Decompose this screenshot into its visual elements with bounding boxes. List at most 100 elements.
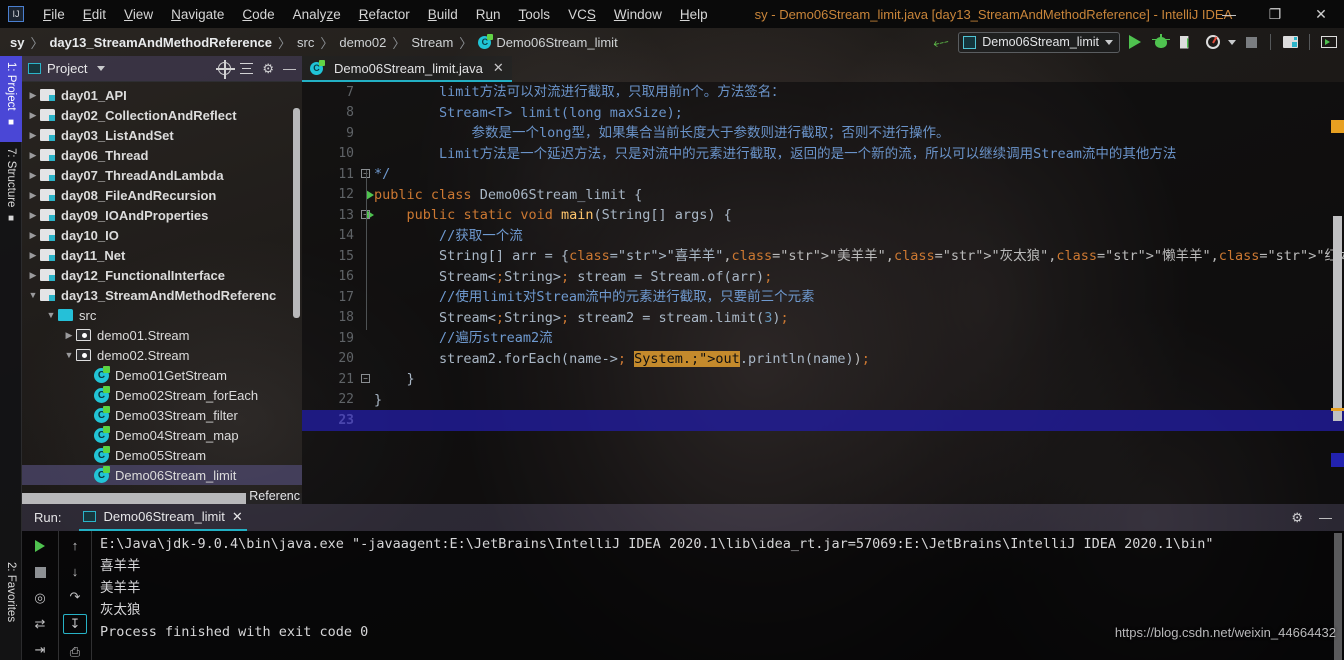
expand-arrow-icon[interactable]: ▼ xyxy=(62,350,76,360)
sidebar-item-favorites[interactable]: 2: Favorites xyxy=(0,556,22,652)
minimize-button[interactable]: — xyxy=(1206,0,1252,28)
line-number-18[interactable]: 18 xyxy=(302,308,360,329)
tree-item-day02-collectionandreflect[interactable]: ▶ day02_CollectionAndReflect xyxy=(22,105,302,125)
expand-arrow-icon[interactable]: ▼ xyxy=(26,290,40,300)
profiler-chevron-down-icon[interactable] xyxy=(1228,39,1236,45)
line-number-14[interactable]: 14 xyxy=(302,226,360,247)
menu-item-window[interactable]: Window xyxy=(605,4,671,25)
menu-item-navigate[interactable]: Navigate xyxy=(162,4,233,25)
tree-item-day12-functionalinterface[interactable]: ▶ day12_FunctionalInterface xyxy=(22,265,302,285)
code-line-13[interactable]: public static void main(String[] args) { xyxy=(374,205,1334,226)
scroll-down-icon[interactable]: ↓ xyxy=(65,563,85,580)
code-line-9[interactable]: 参数是一个long型，如果集合当前长度大于参数则进行截取；否则不进行操作。 xyxy=(374,123,1334,144)
hide-icon[interactable]: — xyxy=(283,61,296,76)
exit-icon[interactable]: ⇥ xyxy=(30,641,50,659)
breadcrumb-item-src[interactable]: src xyxy=(297,35,314,50)
line-number-8[interactable]: 8 xyxy=(302,103,360,124)
tree-item-day03-listandset[interactable]: ▶ day03_ListAndSet xyxy=(22,125,302,145)
stop-icon[interactable] xyxy=(1240,31,1262,53)
project-tree-vertical-scrollbar[interactable] xyxy=(293,108,300,318)
marker-occurrence[interactable] xyxy=(1331,408,1344,411)
scroll-to-end-icon[interactable]: ↧ xyxy=(63,614,87,635)
code-area[interactable]: 7891011121314151617181920212223 −−− limi… xyxy=(302,82,1344,504)
run-tab[interactable]: Demo06Stream_limit ✕ xyxy=(79,504,247,531)
code-line-18[interactable]: Stream<;String>; stream2 = stream.limit(… xyxy=(374,308,1334,329)
breadcrumb-item-project[interactable]: sy xyxy=(10,35,24,50)
tree-item-demo02stream-foreach[interactable]: C Demo02Stream_forEach xyxy=(22,385,302,405)
line-number-15[interactable]: 15 xyxy=(302,246,360,267)
menu-item-build[interactable]: Build xyxy=(419,4,467,25)
line-number-10[interactable]: 10 xyxy=(302,144,360,165)
line-number-7[interactable]: 7 xyxy=(302,82,360,103)
tree-item-day08-fileandrecursion[interactable]: ▶ day08_FileAndRecursion xyxy=(22,185,302,205)
line-number-19[interactable]: 19 xyxy=(302,328,360,349)
expand-arrow-icon[interactable]: ▶ xyxy=(62,330,76,341)
tree-item-demo01-stream[interactable]: ▶ demo01.Stream xyxy=(22,325,302,345)
restore-button[interactable]: ❐ xyxy=(1252,0,1298,28)
expand-arrow-icon[interactable]: ▶ xyxy=(26,150,40,161)
code-line-16[interactable]: Stream<;String>; stream = Stream.of(arr)… xyxy=(374,267,1334,288)
tree-item-day10-io[interactable]: ▶ day10_IO xyxy=(22,225,302,245)
menu-item-run[interactable]: Run xyxy=(467,4,510,25)
line-number-9[interactable]: 9 xyxy=(302,123,360,144)
line-number-20[interactable]: 20 xyxy=(302,349,360,370)
console-scrollbar[interactable] xyxy=(1334,533,1342,660)
code-line-10[interactable]: Limit方法是一个延迟方法，只是对流中的元素进行截取，返回的是一个新的流，所以… xyxy=(374,144,1334,165)
fold-gutter[interactable]: − − − xyxy=(360,82,374,504)
tree-item-day09-ioandproperties[interactable]: ▶ day09_IOAndProperties xyxy=(22,205,302,225)
close-icon[interactable]: ✕ xyxy=(493,60,504,76)
expand-arrow-icon[interactable]: ▶ xyxy=(26,270,40,281)
console-output[interactable]: E:\Java\jdk-9.0.4\bin\java.exe "-javaage… xyxy=(100,533,1330,660)
settings-gear-icon[interactable]: ⚙ xyxy=(1291,510,1303,526)
expand-arrow-icon[interactable]: ▶ xyxy=(26,250,40,261)
project-structure-icon[interactable] xyxy=(1279,31,1301,53)
tree-item-day11-net[interactable]: ▶ day11_Net xyxy=(22,245,302,265)
project-tree-horizontal-scrollbar[interactable] xyxy=(22,493,246,504)
fold-slot-11[interactable]: − xyxy=(360,164,374,185)
code-line-7[interactable]: limit方法可以对流进行截取，只取用前n个。方法签名： xyxy=(374,82,1334,103)
menu-item-view[interactable]: View xyxy=(115,4,162,25)
close-button[interactable]: ✕ xyxy=(1298,0,1344,28)
tree-item-demo04stream-map[interactable]: C Demo04Stream_map xyxy=(22,425,302,445)
tree-item-day13-streamandmethodreferenc[interactable]: ▼ day13_StreamAndMethodReferenc xyxy=(22,285,302,305)
menu-item-refactor[interactable]: Refactor xyxy=(350,4,419,25)
breadcrumb-item-class[interactable]: Demo06Stream_limit xyxy=(496,35,617,50)
line-number-22[interactable]: 22 xyxy=(302,390,360,411)
breadcrumb-item-demo02[interactable]: demo02 xyxy=(339,35,386,50)
code-line-11[interactable]: */ xyxy=(374,164,1334,185)
line-number-11[interactable]: 11 xyxy=(302,164,360,185)
code-line-22[interactable]: } xyxy=(374,390,1334,411)
profiler-icon[interactable] xyxy=(1202,31,1224,53)
tree-item-day07-threadandlambda[interactable]: ▶ day07_ThreadAndLambda xyxy=(22,165,302,185)
code-line-21[interactable]: } xyxy=(374,369,1334,390)
breadcrumb-item-module[interactable]: day13_StreamAndMethodReference xyxy=(49,35,272,50)
close-icon[interactable]: ✕ xyxy=(232,509,243,525)
fold-slot-21[interactable]: − xyxy=(360,369,374,390)
project-panel-title[interactable]: Project xyxy=(28,61,106,76)
menu-item-tools[interactable]: Tools xyxy=(510,4,560,25)
chevron-down-icon[interactable] xyxy=(97,66,106,71)
expand-arrow-icon[interactable]: ▶ xyxy=(26,110,40,121)
code-line-8[interactable]: Stream<T> limit(long maxSize); xyxy=(374,103,1334,124)
code-line-23[interactable] xyxy=(302,410,1344,431)
menu-item-analyze[interactable]: Analyze xyxy=(284,4,350,25)
tree-item-demo03stream-filter[interactable]: C Demo03Stream_filter xyxy=(22,405,302,425)
project-tree[interactable]: ▶ day01_API ▶ day02_CollectionAndReflect ▶ da… xyxy=(22,82,302,496)
stop-icon[interactable] xyxy=(30,563,50,581)
collapse-all-icon[interactable] xyxy=(240,62,254,75)
tree-item-demo05stream[interactable]: C Demo05Stream xyxy=(22,445,302,465)
code-line-15[interactable]: String[] arr = {class="str">"喜羊羊",class=… xyxy=(374,246,1344,267)
code-line-17[interactable]: //使用limit对Stream流中的元素进行截取，只要前三个元素 xyxy=(374,287,1334,308)
menu-item-code[interactable]: Code xyxy=(233,4,283,25)
code-line-19[interactable]: //遍历stream2流 xyxy=(374,328,1334,349)
line-number-13[interactable]: 13 xyxy=(302,205,374,226)
expand-arrow-icon[interactable]: ▶ xyxy=(26,210,40,221)
restore-layout-icon[interactable]: ⇄ xyxy=(30,615,50,633)
line-number-16[interactable]: 16 xyxy=(302,267,360,288)
fold-slot-13[interactable]: − xyxy=(360,205,374,226)
expand-arrow-icon[interactable]: ▶ xyxy=(26,170,40,181)
settings-gear-icon[interactable]: ⚙ xyxy=(262,61,274,77)
code-line-12[interactable]: public class Demo06Stream_limit { xyxy=(374,185,1334,206)
sidebar-item-project[interactable]: 1: Project ■ xyxy=(0,56,22,142)
expand-arrow-icon[interactable]: ▶ xyxy=(26,230,40,241)
